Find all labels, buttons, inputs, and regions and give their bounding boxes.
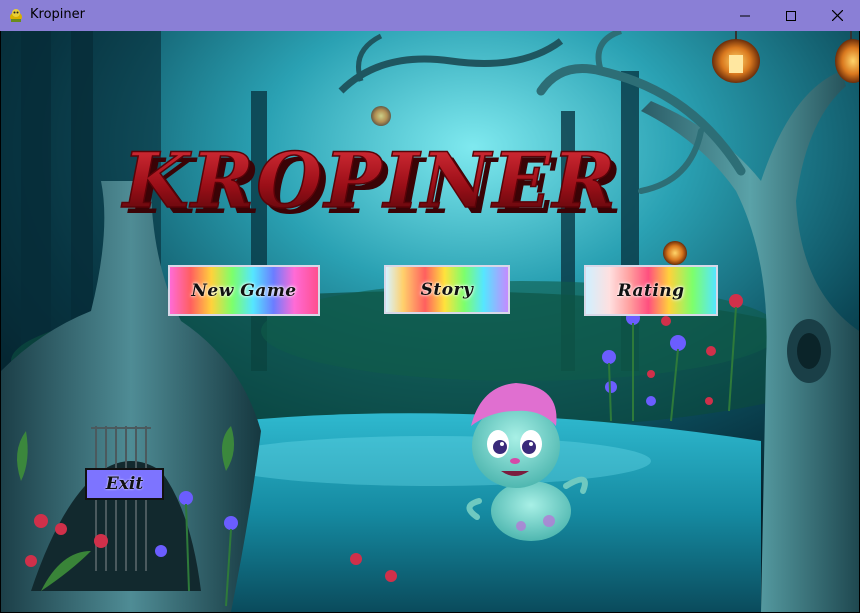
app-icon [10,9,22,22]
forest-background: KROPINER KROPINER [1,31,859,612]
rating-button[interactable]: Rating [584,265,718,316]
story-label: Story [420,279,474,300]
game-window: Kropiner KROPINER KROPINER New Game Stor… [0,0,860,613]
exit-label: Exit [105,474,144,494]
window-title: Kropiner [30,7,85,22]
minimize-icon [740,15,750,16]
minimize-button[interactable] [722,0,768,31]
rating-label: Rating [617,280,685,301]
exit-button[interactable]: Exit [85,468,164,500]
maximize-button[interactable] [768,0,814,31]
close-button[interactable] [814,0,860,31]
game-scene: KROPINER KROPINER New Game Story Rating … [1,31,859,612]
title-bar[interactable]: Kropiner [0,0,860,31]
maximize-icon [786,10,796,21]
new-game-label: New Game [191,280,297,301]
game-logo: KROPINER KROPINER [120,135,621,231]
new-game-button[interactable]: New Game [168,265,320,316]
close-icon [831,10,843,21]
logo-text: KROPINER [121,136,618,225]
story-button[interactable]: Story [384,265,510,314]
